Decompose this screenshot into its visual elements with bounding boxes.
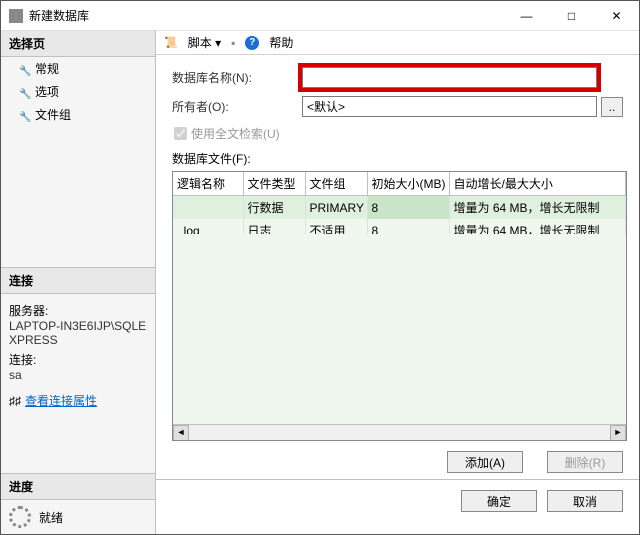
link-icon: ♯♯ xyxy=(9,394,21,408)
help-icon: ? xyxy=(245,36,259,50)
wrench-icon xyxy=(19,63,31,75)
select-page-header: 选择页 xyxy=(1,31,155,57)
maximize-button[interactable]: □ xyxy=(549,1,594,31)
scroll-right-arrow-icon[interactable]: ► xyxy=(610,425,626,441)
server-label: 服务器: xyxy=(9,302,147,319)
col-logical-name[interactable]: 逻辑名称 xyxy=(173,172,243,196)
server-value: LAPTOP-IN3E6IJP\SQLEXPRESS xyxy=(9,319,147,347)
owner-input[interactable] xyxy=(302,96,597,117)
chevron-down-icon: ▾ xyxy=(215,36,221,50)
fulltext-label: 使用全文检索(U) xyxy=(191,125,280,142)
help-link[interactable]: 帮助 xyxy=(269,34,293,51)
col-file-type[interactable]: 文件类型 xyxy=(243,172,305,196)
owner-label: 所有者(O): xyxy=(172,98,302,115)
owner-browse-button[interactable]: .. xyxy=(601,97,623,117)
connection-info: 服务器: LAPTOP-IN3E6IJP\SQLEXPRESS 连接: sa xyxy=(1,294,155,388)
wrench-icon xyxy=(19,86,31,98)
minimize-button[interactable]: — xyxy=(504,1,549,31)
connection-header: 连接 xyxy=(1,267,155,294)
script-dropdown[interactable]: 脚本 ▾ xyxy=(188,34,221,51)
db-name-input[interactable] xyxy=(302,67,597,88)
wrench-icon xyxy=(19,109,31,121)
horizontal-scrollbar[interactable]: ◄ ► xyxy=(173,424,626,440)
remove-button: 删除(R) xyxy=(547,451,623,473)
col-filegroup[interactable]: 文件组 xyxy=(305,172,367,196)
conn-value: sa xyxy=(9,368,147,382)
conn-label: 连接: xyxy=(9,351,147,368)
sidebar-item-filegroups[interactable]: 文件组 xyxy=(1,103,155,126)
col-initial-size[interactable]: 初始大小(MB) xyxy=(367,172,449,196)
files-label: 数据库文件(F): xyxy=(156,150,639,171)
table-header-row: 逻辑名称 文件类型 文件组 初始大小(MB) 自动增长/最大大小 xyxy=(173,172,626,196)
cancel-button[interactable]: 取消 xyxy=(547,490,623,512)
window-title: 新建数据库 xyxy=(29,7,504,24)
dialog-window: 新建数据库 — □ ✕ 选择页 常规 选项 文件组 连接 服务器: LAPTOP… xyxy=(0,0,640,535)
sidebar-item-general[interactable]: 常规 xyxy=(1,57,155,80)
titlebar: 新建数据库 — □ ✕ xyxy=(1,1,639,31)
app-icon xyxy=(9,9,23,23)
table-row[interactable]: 行数据 PRIMARY 8 增量为 64 MB，增长无限制 xyxy=(173,196,626,220)
progress-status: 就绪 xyxy=(39,509,63,526)
view-connection-properties-link[interactable]: 查看连接属性 xyxy=(25,392,97,409)
close-button[interactable]: ✕ xyxy=(594,1,639,31)
ok-button[interactable]: 确定 xyxy=(461,490,537,512)
scroll-left-arrow-icon[interactable]: ◄ xyxy=(173,425,189,441)
script-icon: 📜 xyxy=(164,36,178,49)
fulltext-checkbox xyxy=(174,127,187,140)
progress-spinner-icon xyxy=(9,506,31,528)
add-button[interactable]: 添加(A) xyxy=(447,451,523,473)
left-sidebar: 选择页 常规 选项 文件组 连接 服务器: LAPTOP-IN3E6IJP\SQ… xyxy=(1,31,156,534)
toolbar: 📜 脚本 ▾ ▪ ? 帮助 xyxy=(156,31,639,55)
files-table[interactable]: 逻辑名称 文件类型 文件组 初始大小(MB) 自动增长/最大大小 行数据 PRI… xyxy=(172,171,627,441)
content-pane: 📜 脚本 ▾ ▪ ? 帮助 数据库名称(N): 所有者(O): .. 使用全文检… xyxy=(156,31,639,534)
db-name-label: 数据库名称(N): xyxy=(172,69,302,86)
col-autogrowth[interactable]: 自动增长/最大大小 xyxy=(449,172,626,196)
progress-header: 进度 xyxy=(1,473,155,500)
sidebar-item-options[interactable]: 选项 xyxy=(1,80,155,103)
